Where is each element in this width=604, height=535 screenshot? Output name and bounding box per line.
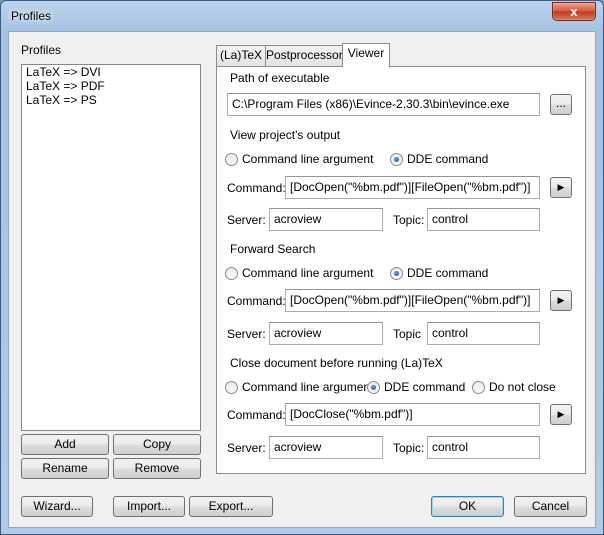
- tab-postprocessor[interactable]: Postprocessor: [265, 45, 343, 66]
- close-doc-none-label: Do not close: [489, 380, 556, 394]
- close-doc-dde-label: DDE command: [384, 380, 466, 394]
- view-output-server-label: Server:: [227, 213, 266, 227]
- list-item[interactable]: LaTeX => PS: [22, 93, 200, 107]
- copy-button[interactable]: Copy: [113, 434, 201, 455]
- remove-button[interactable]: Remove: [113, 458, 201, 479]
- play-arrow-icon: ▶: [557, 182, 565, 192]
- add-button[interactable]: Add: [21, 434, 109, 455]
- window-title: Profiles: [11, 9, 52, 23]
- view-output-command-input[interactable]: [DocOpen("%bm.pdf")][FileOpen("%bm.pdf")…: [285, 176, 540, 199]
- play-arrow-icon: ▶: [557, 409, 565, 419]
- view-output-dde-radio[interactable]: [390, 153, 403, 166]
- ok-button[interactable]: OK: [431, 496, 504, 517]
- viewer-panel: Path of executable C:\Program Files (x86…: [216, 66, 586, 474]
- forward-search-server-label: Server:: [227, 327, 266, 341]
- export-button[interactable]: Export...: [189, 496, 273, 517]
- dialog-client-area: Profiles LaTeX => DVI LaTeX => PDF LaTeX…: [8, 31, 596, 528]
- forward-search-server-input[interactable]: acroview: [269, 322, 383, 345]
- profiles-dialog: Profiles x Profiles LaTeX => DVI LaTeX =…: [0, 0, 604, 535]
- view-output-command-label: Command:: [227, 181, 286, 195]
- list-item[interactable]: LaTeX => DVI: [22, 65, 200, 79]
- close-doc-none-radio[interactable]: [472, 381, 485, 394]
- close-doc-cmdline-label: Command line argument: [242, 380, 374, 394]
- close-doc-placeholder-button[interactable]: ▶: [550, 404, 572, 425]
- profiles-label: Profiles: [21, 43, 62, 57]
- close-doc-command-input[interactable]: [DocClose("%bm.pdf")]: [285, 403, 540, 426]
- profiles-list[interactable]: LaTeX => DVI LaTeX => PDF LaTeX => PS: [21, 64, 201, 431]
- import-button[interactable]: Import...: [113, 496, 185, 517]
- close-doc-server-input[interactable]: acroview: [269, 436, 383, 459]
- forward-search-cmdline-label: Command line argument: [242, 266, 374, 280]
- close-doc-command-label: Command:: [227, 408, 286, 422]
- view-output-cmdline-label: Command line argument: [242, 152, 374, 166]
- view-output-topic-label: Topic:: [393, 213, 425, 227]
- executable-path-input[interactable]: C:\Program Files (x86)\Evince-2.30.3\bin…: [227, 93, 540, 116]
- forward-search-command-label: Command:: [227, 294, 286, 308]
- cancel-button[interactable]: Cancel: [514, 496, 587, 517]
- rename-button[interactable]: Rename: [21, 458, 109, 479]
- wizard-button[interactable]: Wizard...: [21, 496, 93, 517]
- forward-search-group-label: Forward Search: [227, 242, 319, 256]
- browse-button[interactable]: ...: [550, 94, 572, 115]
- view-output-dde-label: DDE command: [407, 152, 489, 166]
- list-item[interactable]: LaTeX => PDF: [22, 79, 200, 93]
- forward-search-topic-input[interactable]: control: [427, 322, 540, 345]
- tab-latex[interactable]: (La)TeX: [216, 45, 266, 66]
- title-bar: Profiles x: [1, 1, 603, 31]
- close-icon: x: [570, 4, 578, 19]
- tab-viewer[interactable]: Viewer: [342, 43, 390, 67]
- forward-search-dde-radio[interactable]: [390, 267, 403, 280]
- close-button[interactable]: x: [552, 2, 596, 21]
- close-doc-topic-input[interactable]: control: [427, 436, 540, 459]
- view-output-group-label: View project's output: [227, 128, 344, 142]
- view-output-cmdline-radio[interactable]: [225, 153, 238, 166]
- view-output-server-input[interactable]: acroview: [269, 208, 383, 231]
- forward-search-topic-label: Topic: [393, 327, 422, 341]
- close-doc-dde-radio[interactable]: [367, 381, 380, 394]
- path-group-label: Path of executable: [227, 71, 333, 85]
- view-output-topic-input[interactable]: control: [427, 208, 540, 231]
- forward-search-placeholder-button[interactable]: ▶: [550, 290, 572, 311]
- forward-search-cmdline-radio[interactable]: [225, 267, 238, 280]
- forward-search-command-input[interactable]: [DocOpen("%bm.pdf")][FileOpen("%bm.pdf")…: [285, 289, 540, 312]
- close-doc-topic-label: Topic:: [393, 441, 425, 455]
- view-output-placeholder-button[interactable]: ▶: [550, 177, 572, 198]
- forward-search-dde-label: DDE command: [407, 266, 489, 280]
- play-arrow-icon: ▶: [557, 295, 565, 305]
- close-doc-cmdline-radio[interactable]: [225, 381, 238, 394]
- close-doc-group-label: Close document before running (La)TeX: [227, 356, 446, 370]
- close-doc-server-label: Server:: [227, 441, 266, 455]
